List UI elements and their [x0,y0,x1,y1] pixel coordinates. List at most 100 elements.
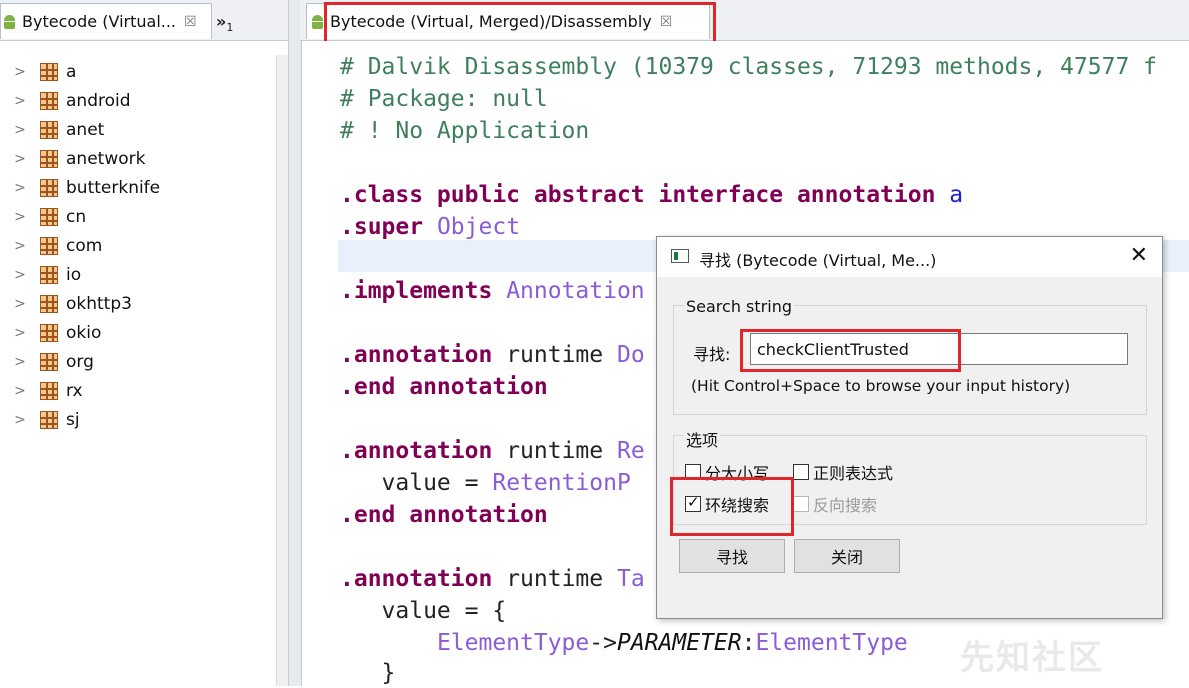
overflow-count: 1 [226,20,234,34]
plain-text: } [381,660,396,686]
plain-text: runtime [506,566,604,592]
tree-item-label: sj [66,409,80,430]
find-button[interactable]: 寻找 [679,539,785,573]
reverse-search-checkbox: 反向搜索 [793,492,877,516]
type-reference[interactable]: ElementType [755,630,907,656]
comment-text: # Package: null [340,86,548,112]
code-line: .end annotation [340,372,548,402]
tree-item-butterknife[interactable]: > butterknife [6,173,276,202]
tree-item-org[interactable]: > org [6,347,276,376]
plain-text: runtime [506,342,604,368]
keyword-text: .annotation [340,342,493,368]
keyword-text: .class public abstract interface annotat… [340,182,936,208]
expand-arrow-icon[interactable]: > [8,325,32,341]
package-icon [40,265,58,284]
tree-item-label: rx [66,380,83,401]
tree-item-io[interactable]: > io [6,260,276,289]
android-icon [311,14,324,29]
tree-item-label: org [66,351,94,372]
dialog-titlebar[interactable]: 寻找 (Bytecode (Virtual, Me...) ✕ [657,237,1162,277]
watermark: 先知社区 [960,638,1104,678]
code-line: # ! No Application [340,116,589,146]
tree-item-label: anet [66,119,105,140]
type-reference[interactable]: Do [617,342,645,368]
code-line: value = RetentionP [340,468,631,498]
package-icon [40,149,58,168]
expand-arrow-icon[interactable]: > [8,180,32,196]
code-line: # Package: null [340,84,548,114]
package-icon [40,91,58,110]
tree-item-android[interactable]: > android [6,86,276,115]
keyword-text: .super [340,214,424,240]
keyword-text: .end annotation [340,502,548,528]
close-icon[interactable]: ✕ [1130,243,1148,268]
tree-item-anet[interactable]: > anet [6,115,276,144]
code-line: .implements Annotation [340,276,645,306]
expand-arrow-icon[interactable]: > [8,354,32,370]
package-icon [40,352,58,371]
expand-arrow-icon[interactable]: > [8,412,32,428]
tree-item-label: com [66,235,103,256]
package-icon [40,120,58,139]
code-line: .end annotation [340,500,548,530]
tree-item-a[interactable]: > a [6,57,276,86]
find-label: 寻找: [693,345,731,364]
type-reference[interactable]: RetentionP [492,470,630,496]
package-tree[interactable]: > a > android > anet > anetwork > butterknife… [6,55,276,686]
expand-arrow-icon[interactable]: > [8,64,32,80]
close-tab-icon[interactable]: ☒ [184,14,197,30]
input-history-hint: (Hit Control+Space to browse your input … [691,377,1071,395]
tree-item-rx[interactable]: > rx [6,376,276,405]
type-reference[interactable]: Re [617,438,645,464]
code-line: # Dalvik Disassembly (10379 classes, 712… [340,52,1157,82]
expand-arrow-icon[interactable]: > [8,209,32,225]
tree-item-sj[interactable]: > sj [6,405,276,434]
expand-arrow-icon[interactable]: > [8,267,32,283]
tree-item-okio[interactable]: > okio [6,318,276,347]
tree-item-com[interactable]: > com [6,231,276,260]
tab-label: Bytecode (Virtual... [22,12,177,31]
keyword-text: .implements [340,278,493,304]
comment-text: # Dalvik Disassembly (10379 classes, 712… [340,54,1157,80]
type-reference[interactable]: Annotation [506,278,644,304]
plain-text: -> [589,630,617,656]
type-reference[interactable]: Ta [617,566,645,592]
expand-arrow-icon[interactable]: > [8,93,32,109]
plain-text: value = [381,470,479,496]
expand-arrow-icon[interactable]: > [8,122,32,138]
search-string-legend: Search string [684,297,794,316]
expand-arrow-icon[interactable]: > [8,296,32,312]
editor-gutter [308,41,338,686]
type-reference[interactable]: Object [437,214,520,240]
regex-checkbox[interactable]: 正则表达式 [793,460,893,484]
close-button[interactable]: 关闭 [794,539,900,573]
tree-item-label: okhttp3 [66,293,132,314]
keyword-text: .annotation [340,566,493,592]
tree-item-cn[interactable]: > cn [6,202,276,231]
checkbox-box [793,496,809,512]
tree-item-label: anetwork [66,148,146,169]
expand-arrow-icon[interactable]: > [8,238,32,254]
expand-arrow-icon[interactable]: > [8,151,32,167]
options-legend: 选项 [684,427,721,451]
tab-bytecode-hierarchy[interactable]: Bytecode (Virtual... ☒ [0,3,212,39]
code-line: .annotation runtime Do [340,340,645,370]
panel-splitter[interactable] [288,0,302,686]
checkbox-box[interactable] [793,464,809,480]
field-name-text[interactable]: PARAMETER [617,630,742,656]
type-reference[interactable]: ElementType [437,630,589,656]
keyword-text: .annotation [340,438,493,464]
highlight-box-wrap-option [670,477,794,536]
left-panel: Bytecode (Virtual... ☒ » 1 > a > android >… [0,0,290,686]
tree-item-label: a [66,61,77,82]
package-icon [40,294,58,313]
tree-item-okhttp3[interactable]: > okhttp3 [6,289,276,318]
class-name-text[interactable]: a [949,182,963,208]
find-dialog: 寻找 (Bytecode (Virtual, Me...) ✕ Search s… [656,236,1163,619]
code-line: .class public abstract interface annotat… [340,180,963,210]
left-tab-bar: Bytecode (Virtual... ☒ » 1 [0,0,290,41]
tree-item-label: okio [66,322,102,343]
expand-arrow-icon[interactable]: > [8,383,32,399]
tab-overflow-button[interactable]: » 1 [216,3,256,39]
tree-item-anetwork[interactable]: > anetwork [6,144,276,173]
